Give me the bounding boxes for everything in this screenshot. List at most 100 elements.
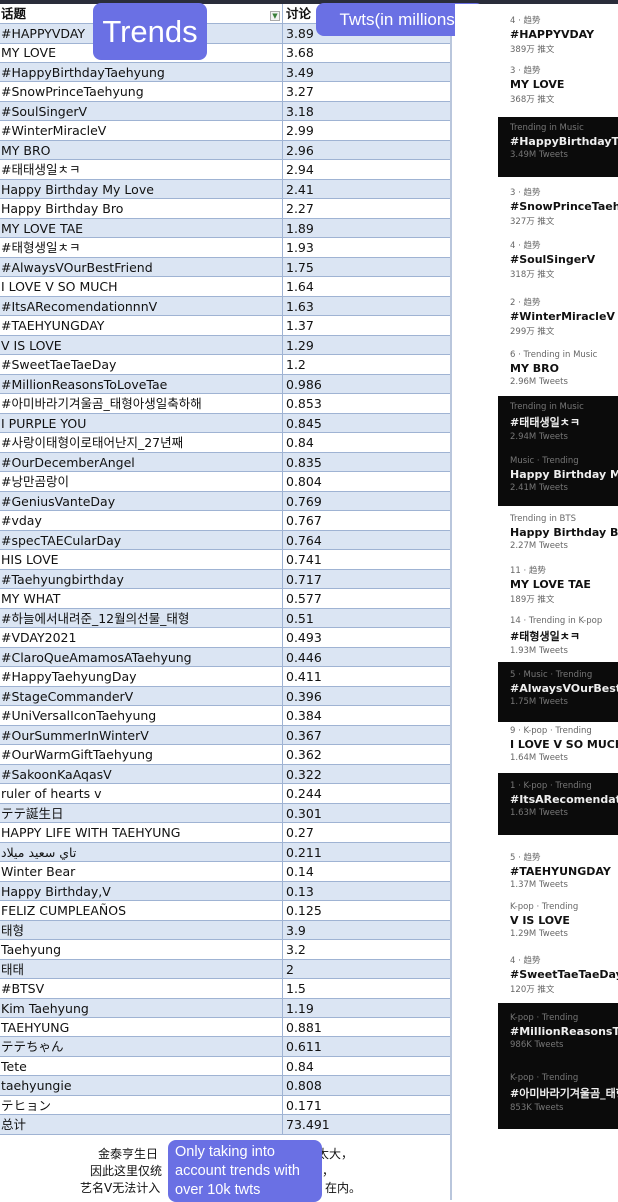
count-cell[interactable]: 0.845 bbox=[283, 414, 450, 433]
topic-cell[interactable]: MY WHAT bbox=[0, 589, 283, 608]
topic-cell[interactable]: #사랑이태형이로태어난지_27년째 bbox=[0, 433, 283, 452]
count-cell[interactable]: 3.27 bbox=[283, 82, 450, 101]
topic-cell[interactable]: ruler of hearts v bbox=[0, 784, 283, 803]
topic-cell[interactable]: #태태생일ㅊㅋ bbox=[0, 160, 283, 179]
topic-cell[interactable]: تاي سعيد ميلاد bbox=[0, 842, 283, 862]
topic-cell[interactable]: #HappyBirthdayTaehyung bbox=[0, 62, 283, 82]
topic-cell[interactable]: #SweetTaeTaeDay bbox=[0, 355, 283, 374]
trend-item[interactable]: 3 · 趋势 #SnowPrinceTaehyung 327万 推文 bbox=[510, 186, 618, 227]
topic-cell[interactable]: Happy Birthday,V bbox=[0, 881, 283, 901]
count-cell[interactable]: 0.446 bbox=[283, 648, 450, 667]
topic-cell[interactable]: #VDAY2021 bbox=[0, 628, 283, 647]
topic-cell[interactable]: #ClaroQueAmamosATaehyung bbox=[0, 647, 283, 667]
topic-cell[interactable]: #낭만곰랑이 bbox=[0, 472, 283, 491]
trend-item[interactable]: 9 · K-pop · Trending I LOVE V SO MUCH 1.64… bbox=[510, 726, 618, 763]
topic-cell[interactable]: #태형생일ㅊㅋ bbox=[0, 238, 283, 257]
topic-cell[interactable]: #OurSummerInWinterV bbox=[0, 725, 283, 745]
count-cell[interactable]: 0.767 bbox=[283, 511, 450, 530]
trend-item[interactable]: Trending in Music #HappyBirthdayTaehyung 3… bbox=[510, 123, 618, 160]
trend-item[interactable]: 6 · Trending in Music MY BRO 2.96M Tweets bbox=[510, 350, 618, 387]
trend-item[interactable]: 3 · 趋势 MY LOVE 368万 推文 bbox=[510, 64, 618, 105]
topic-cell[interactable]: #SoulSingerV bbox=[0, 101, 283, 121]
topic-cell[interactable]: I LOVE V SO MUCH bbox=[0, 277, 283, 296]
count-cell[interactable]: 0.384 bbox=[283, 706, 450, 725]
count-cell[interactable]: 0.769 bbox=[283, 492, 450, 511]
count-cell[interactable]: 1.93 bbox=[283, 238, 450, 257]
count-cell[interactable]: 1.63 bbox=[283, 297, 450, 316]
count-cell[interactable]: 0.171 bbox=[283, 1096, 450, 1115]
topic-cell[interactable]: テテちゃん bbox=[0, 1037, 283, 1056]
count-cell[interactable]: 3.68 bbox=[283, 43, 450, 62]
trend-item[interactable]: K-pop · Trending V IS LOVE 1.29M Tweets bbox=[510, 902, 618, 939]
trend-item[interactable]: 4 · 趋势 #SoulSingerV 318万 推文 bbox=[510, 239, 618, 280]
topic-cell[interactable]: #하늘에서내려준_12월의선물_태형 bbox=[0, 608, 283, 628]
topic-cell[interactable]: #AlwaysVOurBestFriend bbox=[0, 257, 283, 277]
topic-cell[interactable]: #vday bbox=[0, 511, 283, 530]
count-cell[interactable]: 0.301 bbox=[283, 804, 450, 823]
topic-cell[interactable]: #UniVersalIconTaehyung bbox=[0, 706, 283, 725]
topic-cell[interactable]: #BTSV bbox=[0, 979, 283, 998]
count-cell[interactable]: 1.29 bbox=[283, 336, 450, 355]
count-cell[interactable]: 0.835 bbox=[283, 453, 450, 472]
filter-dropdown-icon[interactable]: ▼ bbox=[270, 11, 280, 21]
count-cell[interactable]: 0.986 bbox=[283, 375, 450, 394]
topic-cell[interactable]: 태형 bbox=[0, 920, 283, 940]
count-cell[interactable]: 2.27 bbox=[283, 199, 450, 218]
count-cell[interactable]: 2.94 bbox=[283, 160, 450, 179]
trend-item[interactable]: 5 · Music · Trending #AlwaysVOurBestFrien… bbox=[510, 670, 618, 707]
count-cell[interactable]: 0.764 bbox=[283, 531, 450, 550]
count-cell[interactable]: 1.2 bbox=[283, 355, 450, 374]
count-cell[interactable]: 0.717 bbox=[283, 570, 450, 589]
count-cell[interactable]: 0.493 bbox=[283, 628, 450, 647]
topic-cell[interactable]: #아미바라기겨울곰_태형아생일축하해 bbox=[0, 394, 283, 413]
count-cell[interactable]: 1.89 bbox=[283, 219, 450, 238]
count-cell[interactable]: 1.5 bbox=[283, 979, 450, 998]
count-cell[interactable]: 2.96 bbox=[283, 141, 450, 160]
count-cell[interactable]: 1.75 bbox=[283, 258, 450, 277]
topic-cell[interactable]: #OurDecemberAngel bbox=[0, 452, 283, 472]
topic-cell[interactable]: Happy Birthday My Love bbox=[0, 179, 283, 199]
count-cell[interactable]: 0.84 bbox=[283, 1057, 450, 1076]
count-cell[interactable]: 0.881 bbox=[283, 1018, 450, 1037]
trend-item[interactable]: Music · Trending Happy Birthday My Love 2.… bbox=[510, 456, 618, 493]
count-cell[interactable]: 3.2 bbox=[283, 940, 450, 959]
topic-cell[interactable]: #HappyTaehyungDay bbox=[0, 667, 283, 686]
count-cell[interactable]: 0.211 bbox=[283, 843, 450, 862]
topic-cell[interactable]: #WinterMiracleV bbox=[0, 121, 283, 140]
count-cell[interactable]: 0.27 bbox=[283, 823, 450, 842]
topic-cell[interactable]: #MillionReasonsToLoveTae bbox=[0, 374, 283, 394]
count-cell[interactable]: 2.41 bbox=[283, 180, 450, 199]
count-cell[interactable]: 0.51 bbox=[283, 609, 450, 628]
trend-item[interactable]: K-pop · Trending #아미바라기겨울곰_태형 853K Tweets bbox=[510, 1073, 618, 1113]
topic-cell[interactable]: Happy Birthday Bro bbox=[0, 199, 283, 218]
count-cell[interactable]: 1.64 bbox=[283, 277, 450, 296]
topic-cell[interactable]: V IS LOVE bbox=[0, 335, 283, 355]
count-cell[interactable]: 0.577 bbox=[283, 589, 450, 608]
topic-cell[interactable]: FELIZ CUMPLEAÑOS bbox=[0, 901, 283, 920]
trend-item[interactable]: Trending in Music #태태생일ㅊㅋ 2.94M Tweets bbox=[510, 402, 618, 442]
trend-item[interactable]: 2 · 趋势 #WinterMiracleV 299万 推文 bbox=[510, 296, 618, 337]
count-cell[interactable]: 0.84 bbox=[283, 433, 450, 452]
topic-cell[interactable]: テテ誕生日 bbox=[0, 803, 283, 823]
count-cell[interactable]: 0.244 bbox=[283, 784, 450, 803]
count-cell[interactable]: 0.411 bbox=[283, 667, 450, 686]
count-cell[interactable]: 3.49 bbox=[283, 63, 450, 82]
topic-cell[interactable]: #SnowPrinceTaehyung bbox=[0, 82, 283, 101]
topic-cell[interactable]: Taehyung bbox=[0, 940, 283, 959]
trend-item[interactable]: 11 · 趋势 MY LOVE TAE 189万 推文 bbox=[510, 564, 618, 605]
topic-cell[interactable]: I PURPLE YOU bbox=[0, 413, 283, 433]
count-cell[interactable]: 0.14 bbox=[283, 862, 450, 881]
count-cell[interactable]: 0.13 bbox=[283, 882, 450, 901]
count-cell[interactable]: 2 bbox=[283, 960, 450, 979]
topic-cell[interactable]: #OurWarmGiftTaehyung bbox=[0, 745, 283, 764]
count-cell[interactable]: 3.9 bbox=[283, 921, 450, 940]
count-cell[interactable]: 0.322 bbox=[283, 765, 450, 784]
count-cell[interactable]: 3.18 bbox=[283, 102, 450, 121]
count-cell[interactable]: 0.125 bbox=[283, 901, 450, 920]
count-cell[interactable]: 1.19 bbox=[283, 999, 450, 1018]
trend-item[interactable]: Trending in BTS Happy Birthday Bro 2.27M T… bbox=[510, 514, 618, 551]
count-cell[interactable]: 0.741 bbox=[283, 550, 450, 569]
topic-cell[interactable]: taehyungie bbox=[0, 1076, 283, 1095]
topic-cell[interactable]: HAPPY LIFE WITH TAEHYUNG bbox=[0, 823, 283, 842]
topic-cell[interactable]: Winter Bear bbox=[0, 862, 283, 881]
